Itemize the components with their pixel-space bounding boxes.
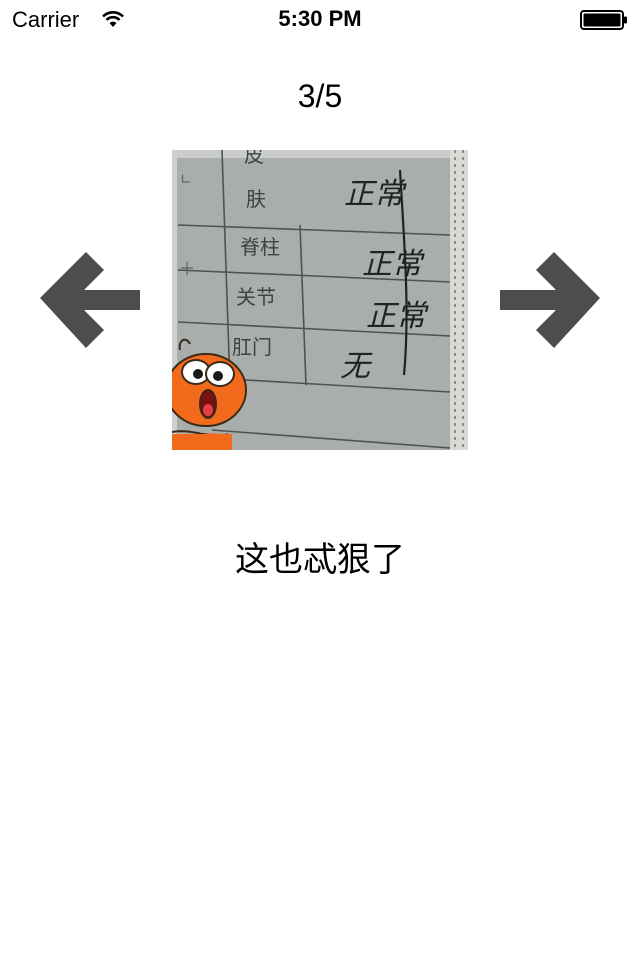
meme-photo: ∟ 十 皮 肤 脊柱 关节 肛门 正常 正常 正常 无 xyxy=(172,150,468,450)
form-label-top: 皮 xyxy=(244,150,264,167)
form-label-row: 肤 xyxy=(246,187,266,211)
photo-caption: 这也忒狠了 xyxy=(235,540,405,580)
handwritten-value: 正常 xyxy=(362,247,425,282)
page-indicator: 3/5 xyxy=(297,78,343,114)
handwritten-value: 正常 xyxy=(366,299,429,334)
form-label-row: 脊柱 xyxy=(240,235,280,259)
form-label-row: 肛门 xyxy=(232,335,272,359)
previous-button[interactable] xyxy=(38,248,142,352)
form-label-row: 关节 xyxy=(236,285,276,309)
status-time: 5:30 PM xyxy=(278,6,362,31)
photo-illustration: ∟ 十 皮 肤 脊柱 关节 肛门 正常 正常 正常 无 xyxy=(172,150,468,450)
battery-icon xyxy=(580,10,627,30)
arrow-right-icon xyxy=(500,252,600,348)
svg-text:∟: ∟ xyxy=(180,172,192,188)
handwritten-value: 正常 xyxy=(344,177,407,212)
svg-text:十: 十 xyxy=(180,262,194,278)
handwritten-value: 无 xyxy=(340,349,373,384)
arrow-left-icon xyxy=(40,252,140,348)
status-bar: Carrier 5:30 PM xyxy=(0,0,640,40)
next-button[interactable] xyxy=(498,248,602,352)
